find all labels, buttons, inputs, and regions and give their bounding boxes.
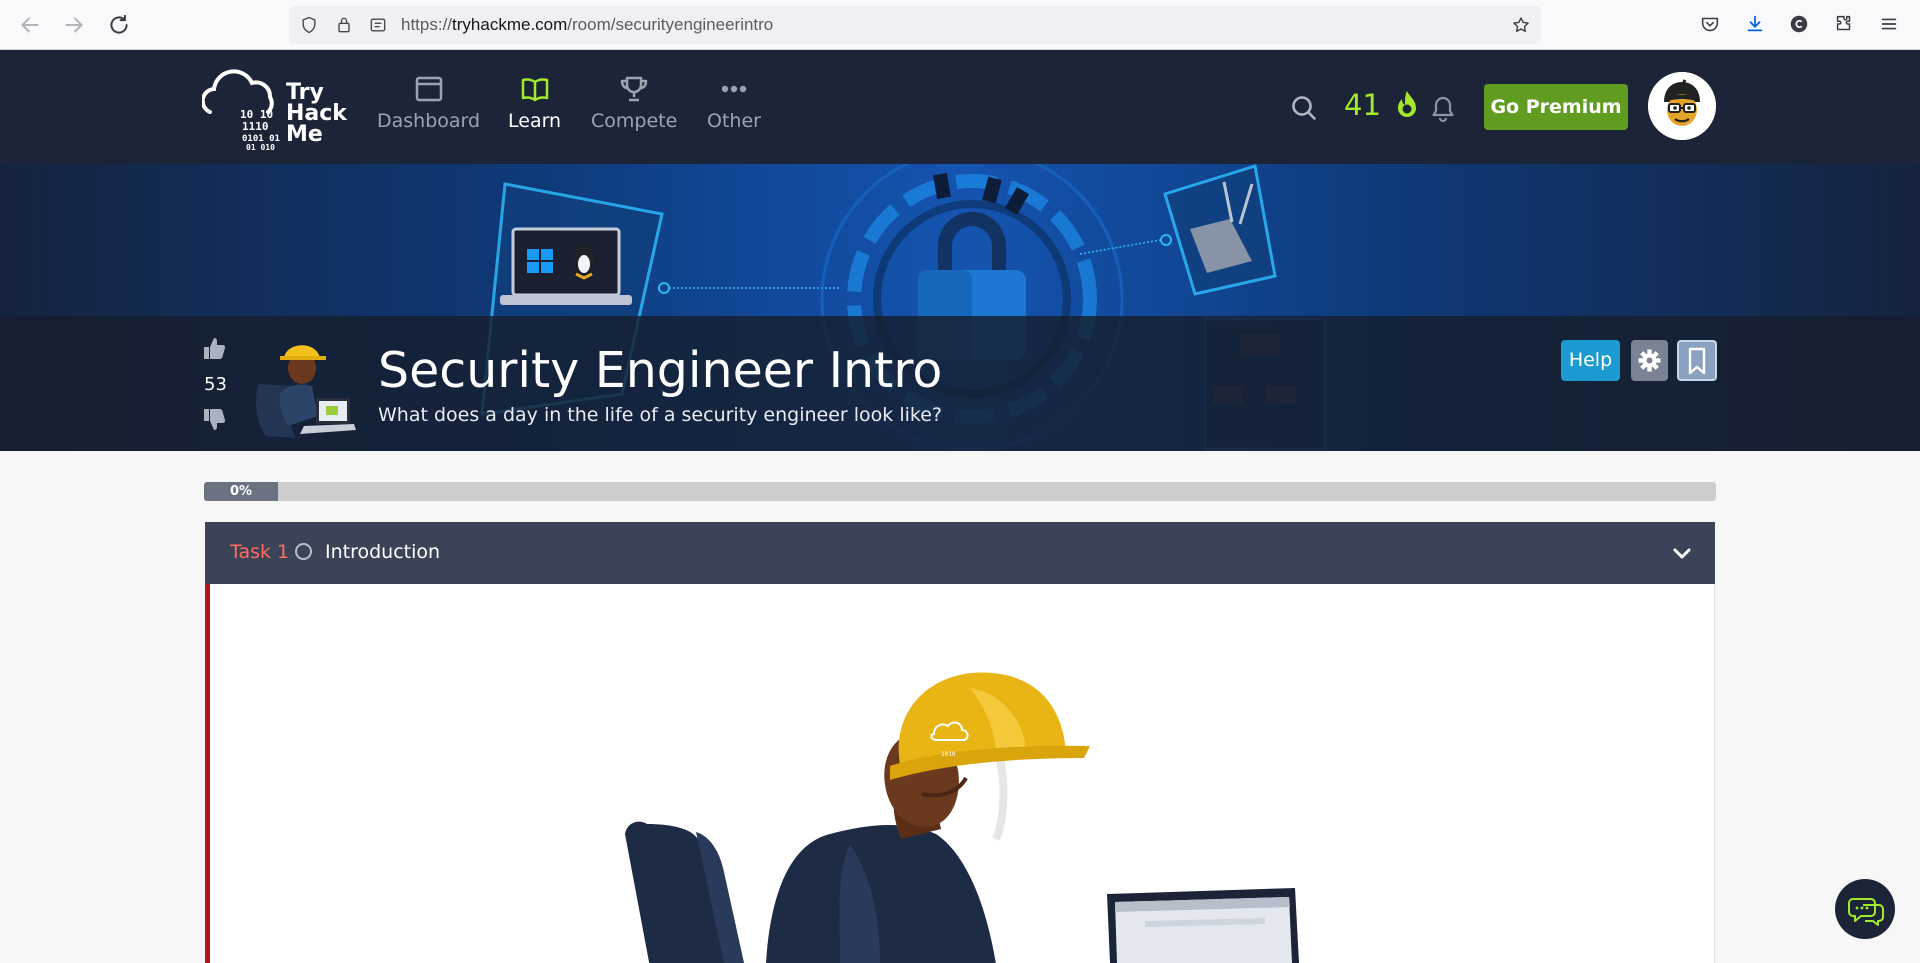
reload-button[interactable]	[106, 12, 132, 38]
search-icon[interactable]	[1290, 94, 1318, 122]
gear-icon	[1638, 349, 1661, 372]
flame-icon	[1398, 91, 1417, 117]
nav-compete[interactable]: Compete	[591, 74, 677, 132]
page-info-icon[interactable]	[368, 15, 388, 35]
url-prefix: https://	[401, 15, 453, 34]
task-content: 1010	[205, 584, 1715, 963]
nav-learn[interactable]: Learn	[508, 74, 561, 132]
download-icon[interactable]	[1744, 13, 1766, 35]
address-bar[interactable]: https://tryhackme.com/room/securityengin…	[289, 6, 1541, 44]
tryhackme-logo[interactable]: 10 10 1110 0101 01 01 010 Try Hack Me	[200, 64, 352, 152]
logo-word-try: Try	[286, 80, 324, 105]
arrow-left-icon	[21, 17, 39, 33]
browser-toolbar: https://tryhackme.com/room/securityengin…	[0, 0, 1920, 50]
logo-wordmark: Try Hack Me	[286, 80, 347, 147]
room-subtitle: What does a day in the life of a securit…	[378, 404, 943, 426]
streak-count: 41	[1344, 88, 1381, 122]
menu-icon[interactable]	[1878, 13, 1900, 35]
chat-button[interactable]	[1835, 879, 1895, 939]
vote-count: 53	[204, 374, 227, 395]
url-path: /room/securityengineerintro	[567, 15, 774, 34]
nav-compete-label: Compete	[591, 110, 678, 132]
dashboard-icon	[415, 76, 442, 102]
nav-other-label: Other	[707, 110, 761, 132]
logo-word-me: Me	[286, 122, 323, 147]
trophy-icon	[620, 76, 648, 102]
room-banner: 53 Security Engineer Intro What does a d…	[0, 164, 1920, 451]
site-header: 10 10 1110 0101 01 01 010 Try Hack Me Da…	[0, 50, 1920, 164]
avatar[interactable]	[1648, 72, 1716, 140]
nav-dashboard-label: Dashboard	[377, 110, 481, 132]
dots-icon	[721, 85, 747, 93]
user-avatar-icon	[1648, 72, 1716, 140]
go-premium-button[interactable]: Go Premium	[1484, 84, 1628, 130]
back-button[interactable]	[17, 12, 43, 38]
shield-icon[interactable]	[299, 15, 319, 35]
bookmark-button[interactable]	[1677, 340, 1717, 381]
nav-other[interactable]: Other	[707, 74, 761, 132]
task-header[interactable]: Task 1 Introduction	[205, 522, 1715, 584]
lock-icon[interactable]	[334, 15, 354, 35]
svg-text:1010: 1010	[941, 751, 956, 758]
forward-button[interactable]	[61, 12, 87, 38]
logo-word-hack: Hack	[286, 101, 347, 126]
chat-bubble-icon	[1848, 898, 1884, 926]
reload-icon	[110, 14, 128, 34]
task-number: Task 1	[230, 541, 290, 563]
streak-counter[interactable]: 41	[1344, 88, 1420, 122]
settings-button[interactable]	[1631, 340, 1668, 381]
task-status-circle-icon	[295, 543, 312, 560]
room-icon	[256, 345, 356, 438]
pocket-icon[interactable]	[1699, 13, 1721, 35]
star-bookmark-icon[interactable]	[1511, 15, 1531, 35]
thumbs-down-icon[interactable]	[203, 406, 227, 432]
extension-c-icon[interactable]	[1788, 13, 1810, 35]
arrow-right-icon	[65, 17, 83, 33]
svg-text:01 010: 01 010	[246, 143, 275, 150]
room-title: Security Engineer Intro	[378, 342, 943, 399]
svg-text:1110: 1110	[242, 120, 269, 133]
url-text[interactable]: https://tryhackme.com/room/securityengin…	[401, 14, 773, 36]
cloud-logo-icon: 10 10 1110 0101 01 01 010	[200, 69, 280, 152]
room-progress-bar: 0%	[204, 482, 1716, 501]
nav-dashboard[interactable]: Dashboard	[377, 74, 480, 132]
chevron-down-icon[interactable]	[1671, 542, 1693, 564]
task-title: Introduction	[325, 541, 441, 563]
bookmark-icon	[1688, 347, 1706, 375]
extensions-puzzle-icon[interactable]	[1833, 13, 1855, 35]
nav-learn-label: Learn	[508, 110, 562, 132]
progress-label: 0%	[204, 482, 278, 501]
help-button[interactable]: Help	[1561, 340, 1620, 381]
bell-icon[interactable]	[1430, 95, 1456, 123]
book-icon	[521, 78, 548, 102]
security-engineer-illustration: 1010	[625, 672, 1299, 963]
url-host: tryhackme.com	[452, 15, 568, 34]
thumbs-up-icon[interactable]	[203, 336, 227, 362]
